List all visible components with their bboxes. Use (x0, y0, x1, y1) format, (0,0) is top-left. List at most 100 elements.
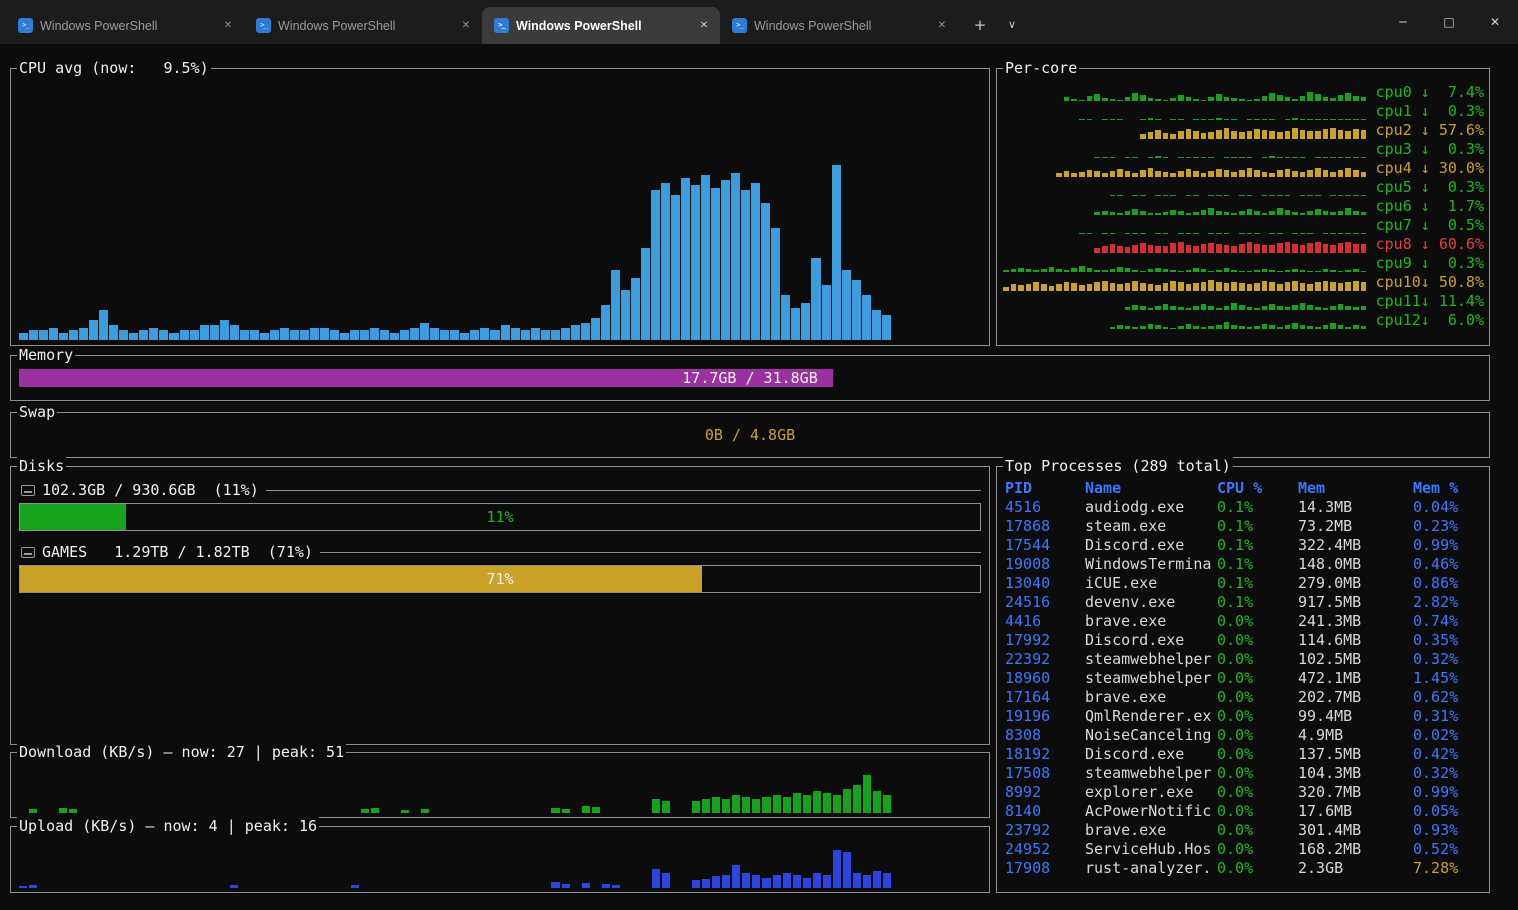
chart-bar (801, 303, 810, 341)
chart-bar (1239, 157, 1245, 158)
chart-bar (1254, 233, 1260, 234)
process-table: PIDNameCPU %MemMem %4516audiodg.exe0.1%1… (1005, 479, 1485, 878)
tab-3[interactable]: >_Windows PowerShell✕ (482, 7, 720, 44)
tab-4[interactable]: >_Windows PowerShell✕ (720, 7, 958, 44)
chart-bar (1300, 270, 1306, 272)
chart-bar (1345, 157, 1351, 158)
core-row: cpu3 ↓ 0.3% (1003, 139, 1484, 158)
core-sparkline (1003, 276, 1372, 291)
process-cell: 17.6MB (1298, 802, 1413, 821)
process-cell: 14.3MB (1298, 498, 1413, 517)
chart-bar (602, 884, 610, 888)
chart-bar (1300, 96, 1306, 101)
disk-drive-icon (21, 485, 35, 496)
chart-bar (1178, 171, 1184, 177)
process-cell: 0.1% (1217, 593, 1298, 612)
minimize-button[interactable]: ─ (1380, 0, 1426, 44)
chart-bar (771, 228, 780, 341)
chart-bar (360, 330, 369, 340)
maximize-button[interactable]: □ (1426, 0, 1472, 44)
disk-rule-line (266, 490, 981, 491)
chart-bar (1155, 171, 1161, 177)
chart-bar (842, 270, 851, 340)
chart-bar (1330, 270, 1336, 272)
chart-bar (1231, 282, 1237, 291)
chart-bar (220, 320, 229, 340)
chart-bar (200, 325, 209, 340)
process-cell: 73.2MB (1298, 517, 1413, 536)
chart-bar (1208, 132, 1214, 139)
tab-dropdown-button[interactable]: ∨ (998, 12, 1026, 38)
chart-bar (1018, 268, 1024, 273)
chart-bar (1361, 271, 1367, 273)
process-cell: 4416 (1005, 612, 1085, 631)
disk-gauge-percent: 11% (20, 504, 980, 530)
chart-bar (1201, 269, 1207, 272)
new-tab-button[interactable]: + (966, 12, 994, 38)
chart-bar (1163, 304, 1169, 310)
process-cell: 4.9MB (1298, 726, 1413, 745)
chart-bar (853, 785, 861, 813)
tab-2[interactable]: >_Windows PowerShell✕ (244, 7, 482, 44)
chart-bar (1208, 171, 1214, 177)
chart-bar (1277, 132, 1283, 139)
tab-close-icon[interactable]: ✕ (694, 16, 714, 36)
tab-close-icon[interactable]: ✕ (456, 16, 476, 36)
chart-bar (752, 799, 760, 813)
chart-bar (1155, 195, 1161, 196)
chart-bar (1110, 195, 1116, 196)
process-cell: 0.42% (1413, 745, 1485, 764)
chart-bar (1201, 119, 1207, 120)
chart-bar (1231, 157, 1237, 158)
tab-close-icon[interactable]: ✕ (218, 16, 238, 36)
tab-label: Windows PowerShell (516, 19, 687, 33)
chart-bar (1269, 245, 1275, 253)
chart-bar (1186, 270, 1192, 272)
processes-title: Top Processes (289 total) (1003, 457, 1233, 475)
chart-bar (1269, 173, 1275, 177)
chart-bar (1163, 157, 1169, 158)
process-cell: 241.3MB (1298, 612, 1413, 631)
chart-bar (742, 797, 750, 813)
chart-bar (1170, 173, 1176, 177)
chart-bar (581, 323, 590, 341)
disk-label-row: GAMES 1.29TB / 1.82TB (71%) (21, 543, 981, 561)
chart-bar (1208, 195, 1214, 196)
chart-bar (1201, 100, 1207, 102)
chart-bar (1224, 128, 1230, 139)
chart-bar (1178, 119, 1184, 120)
chart-bar (872, 310, 881, 340)
process-cell: audiodg.exe (1085, 498, 1217, 517)
chart-bar (1277, 327, 1283, 329)
close-button[interactable]: ✕ (1472, 0, 1518, 44)
process-cell: 0.1% (1217, 498, 1298, 517)
chart-bar (1300, 213, 1306, 215)
chart-bar (1033, 282, 1039, 291)
chart-bar (1087, 268, 1093, 272)
chart-bar (873, 871, 881, 888)
chart-bar (1071, 173, 1077, 177)
chart-bar (1269, 93, 1275, 101)
process-cell: 2.3GB (1298, 859, 1413, 878)
chart-bar (1239, 132, 1245, 139)
chart-bar (1262, 213, 1268, 215)
chart-bar (1269, 156, 1275, 158)
chart-bar (1315, 327, 1321, 329)
chart-bar (1163, 327, 1169, 329)
process-cell: explorer.exe (1085, 783, 1217, 802)
chart-bar (1345, 93, 1351, 101)
core-sparkline (1003, 105, 1372, 120)
terminal-content[interactable]: socktop — host: DESKTOP-9P19121 | CPU Te… (0, 44, 1518, 910)
tab-1[interactable]: >_Windows PowerShell✕ (6, 7, 244, 44)
chart-bar (1148, 245, 1154, 253)
chart-bar (1094, 157, 1100, 158)
tab-label: Windows PowerShell (754, 19, 925, 33)
chart-bar (1323, 211, 1329, 215)
chart-bar (270, 330, 279, 340)
chart-bar (1186, 308, 1192, 310)
window-controls: ─ □ ✕ (1380, 0, 1518, 44)
tab-close-icon[interactable]: ✕ (932, 16, 952, 36)
process-cell: 0.1% (1217, 574, 1298, 593)
chart-bar (1231, 325, 1237, 329)
chart-bar (702, 799, 710, 813)
